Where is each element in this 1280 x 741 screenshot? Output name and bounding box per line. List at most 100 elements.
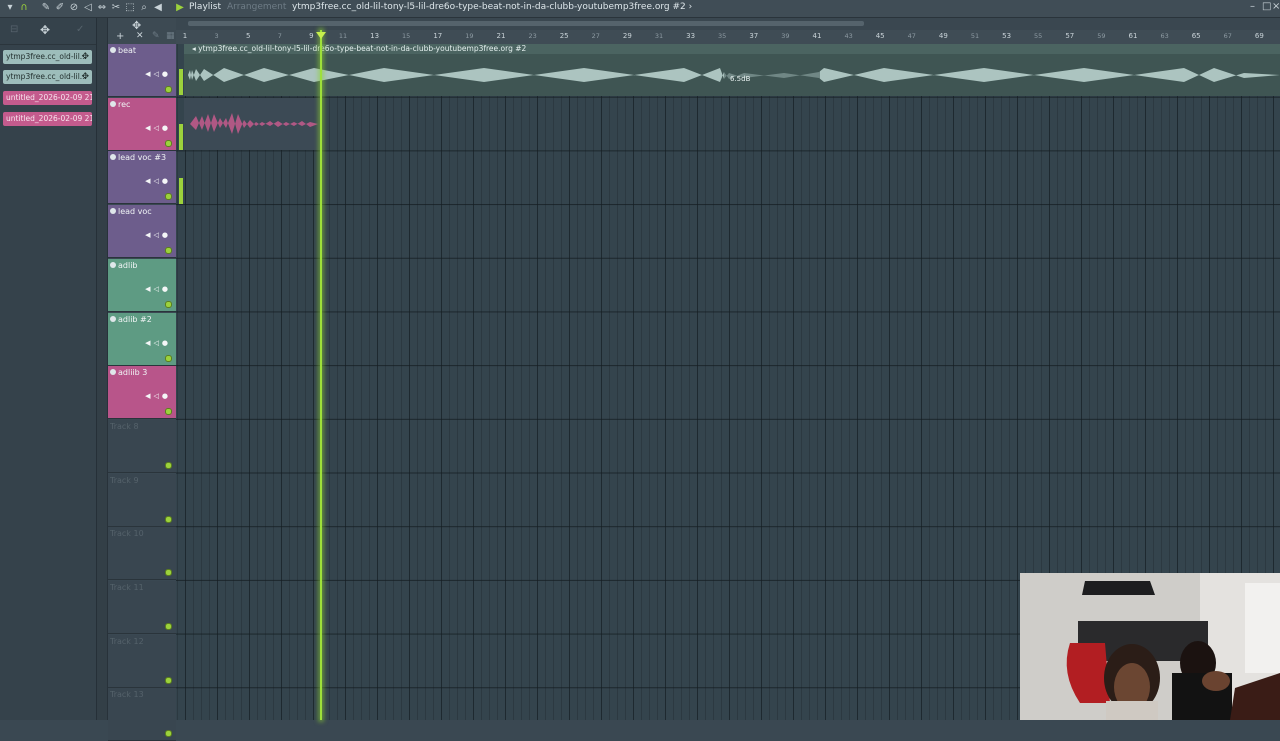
track-name: Track 10 xyxy=(110,529,144,539)
clip-title: ◂ ytmp3free.cc_old-lil-tony-l5-lil-dre6o… xyxy=(184,44,1280,54)
close-icon[interactable]: × xyxy=(1272,1,1280,12)
track-controls-icon[interactable]: ◀◁● xyxy=(145,124,171,132)
pattern-title[interactable]: ytmp3free.cc_old-lil-tony-l5-lil-dre6o-t… xyxy=(292,2,692,12)
track-led-icon[interactable] xyxy=(165,730,172,738)
pencil-icon[interactable]: ✎ xyxy=(152,31,160,41)
bar-number: 35 xyxy=(718,32,727,40)
track-header[interactable]: Track 9 xyxy=(108,473,176,527)
play-icon[interactable]: ▶ xyxy=(174,2,186,14)
webcam-image xyxy=(1020,573,1280,720)
picker-panel: ⊟ ✥ ✓ ytmp3free.cc_old-lil... ✥ ytmp3free… xyxy=(0,18,97,720)
track-header[interactable]: Track 10 xyxy=(108,527,176,581)
speaker-icon[interactable]: ◀ xyxy=(152,2,164,14)
track-led-icon[interactable] xyxy=(165,300,172,308)
slice-icon[interactable]: ✂ xyxy=(110,2,122,14)
picker-item[interactable]: ytmp3free.cc_old-lil... ✥ xyxy=(3,50,92,64)
track-enable-icon[interactable] xyxy=(110,47,116,53)
scroll-thumb[interactable] xyxy=(188,21,864,26)
bar-number: 67 xyxy=(1223,32,1232,40)
track-led-icon[interactable] xyxy=(165,569,172,577)
add-icon[interactable]: + xyxy=(116,31,124,42)
picker-item[interactable]: untitled_2026-02-09 21-... xyxy=(3,91,92,105)
minimize-icon[interactable]: – xyxy=(1250,1,1255,12)
track-led-icon[interactable] xyxy=(165,139,172,147)
track-controls-icon[interactable]: ◀◁● xyxy=(145,339,171,347)
track-header[interactable]: Track 11 xyxy=(108,581,176,634)
track-controls-icon[interactable]: ◀◁● xyxy=(145,285,171,293)
playhead-marker[interactable] xyxy=(316,32,326,39)
track-header[interactable]: adlib #2 ◀◁● xyxy=(108,312,176,366)
mute-icon[interactable]: ◁ xyxy=(82,2,94,14)
bar-number: 41 xyxy=(812,32,822,40)
playhead[interactable] xyxy=(320,30,322,720)
bar-number: 59 xyxy=(1097,32,1106,40)
picker-item[interactable]: untitled_2026-02-09 21-... xyxy=(3,112,92,126)
track-header[interactable]: Track 12 xyxy=(108,634,176,688)
track-led-icon[interactable] xyxy=(165,247,172,255)
close-icon[interactable]: ✕ xyxy=(136,31,144,41)
grid-icon[interactable]: ▦ xyxy=(166,31,175,41)
delete-icon[interactable]: ⊘ xyxy=(68,2,80,14)
track-header[interactable]: lead voc #3 ◀◁● xyxy=(108,151,176,205)
zoom-icon[interactable]: ⌕ xyxy=(138,2,150,14)
track-controls-icon[interactable]: ◀◁● xyxy=(145,177,171,185)
track-enable-icon[interactable] xyxy=(110,154,116,161)
bar-number: 33 xyxy=(686,32,696,40)
select-icon[interactable]: ⬚ xyxy=(124,2,136,14)
track-controls-icon[interactable]: ◀◁● xyxy=(145,392,171,400)
webcam-overlay xyxy=(1020,573,1280,720)
track-led-icon[interactable] xyxy=(165,193,172,201)
track-enable-icon[interactable] xyxy=(110,315,116,322)
track-led-icon[interactable] xyxy=(165,408,172,416)
track-name: Track 13 xyxy=(110,690,144,700)
maximize-icon[interactable]: □ xyxy=(1262,1,1271,12)
track-controls-icon[interactable]: ◀◁● xyxy=(145,70,171,78)
title-bar: ▾ ∩ ✎ ✐ ⊘ ◁ ⇔ ✂ ⬚ ⌕ ◀ ▶ Playlist Arrange… xyxy=(0,0,1280,18)
track-controls-icon[interactable]: ◀◁● xyxy=(145,231,171,239)
timeline-ruler[interactable]: 1 3 5 7 9 11 13 15 17 19 21 23 25 27 29 31 33 35 37 39 41 43 4… xyxy=(176,30,1280,45)
track-enable-icon[interactable] xyxy=(110,208,116,215)
check-icon[interactable]: ✓ xyxy=(76,24,84,35)
track-header[interactable]: lead voc ◀◁● xyxy=(108,205,176,259)
bar-number: 21 xyxy=(496,32,506,40)
track-header[interactable]: beat ◀◁● xyxy=(108,44,176,97)
pencil-icon[interactable]: ✎ xyxy=(40,2,52,14)
bar-number: 57 xyxy=(1065,32,1075,40)
track-enable-icon[interactable] xyxy=(110,369,116,376)
track-led-icon[interactable] xyxy=(165,86,172,93)
bar-number: 23 xyxy=(528,32,537,40)
track-led-icon[interactable] xyxy=(165,676,172,684)
track-led-icon[interactable] xyxy=(165,515,172,523)
menu-arrow-icon[interactable]: ▾ xyxy=(4,2,16,14)
track-header[interactable]: rec ◀◁● xyxy=(108,97,176,151)
track-header[interactable]: Track 13 xyxy=(108,688,176,741)
track-name: adlib #2 xyxy=(118,314,152,324)
audio-clip-rec[interactable] xyxy=(184,98,322,150)
overview-scrollbar[interactable] xyxy=(176,18,1280,30)
panel-subtitle[interactable]: Arrangement xyxy=(227,2,286,12)
track-header[interactable]: adlib ◀◁● xyxy=(108,258,176,312)
track-led-icon[interactable] xyxy=(165,354,172,362)
paint-icon[interactable]: ✐ xyxy=(54,2,66,14)
magnet-icon[interactable]: ∩ xyxy=(18,2,30,14)
picker-item[interactable]: ytmp3free.cc_old-lil... ✥ xyxy=(3,70,92,84)
panel-title: Playlist xyxy=(189,2,221,12)
move-icon: ✥ xyxy=(81,72,89,82)
bar-number: 47 xyxy=(907,32,916,40)
audio-clip-beat[interactable]: ◂ ytmp3free.cc_old-lil-tony-l5-lil-dre6o… xyxy=(184,44,1280,96)
bar-number: 45 xyxy=(875,32,885,40)
track-enable-icon[interactable] xyxy=(110,261,116,268)
track-level-meter xyxy=(179,178,183,204)
bar-number: 9 xyxy=(309,32,314,40)
track-header[interactable]: Track 8 xyxy=(108,419,176,473)
move-icon[interactable]: ✥ xyxy=(40,23,50,37)
picker-scrollbar[interactable] xyxy=(97,18,108,720)
track-header[interactable]: adliib 3 ◀◁● xyxy=(108,366,176,420)
track-led-icon[interactable] xyxy=(165,461,172,469)
track-enable-icon[interactable] xyxy=(110,100,116,107)
track-led-icon[interactable] xyxy=(165,623,172,630)
collapse-icon[interactable]: ⊟ xyxy=(10,24,18,35)
slip-icon[interactable]: ⇔ xyxy=(96,2,108,14)
track-level-meter xyxy=(179,124,183,150)
track-name: lead voc #3 xyxy=(118,153,167,163)
